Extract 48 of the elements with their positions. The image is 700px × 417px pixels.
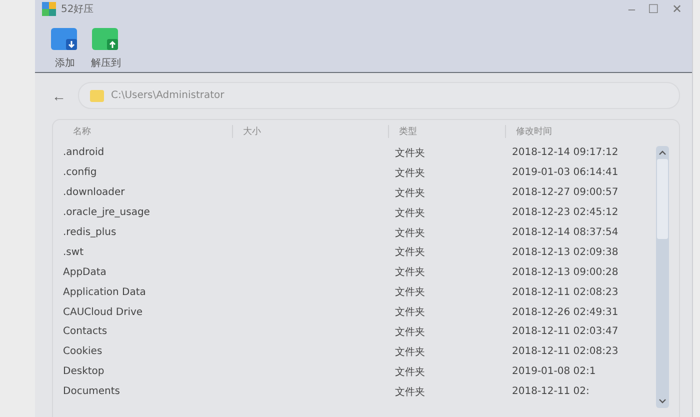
modified-time: 2019-01-08 02:1 [511, 366, 597, 378]
toolbar-button[interactable]: 解压到 [91, 26, 121, 70]
window-title: 52好压 [61, 3, 94, 16]
modified-time: 2018-12-27 09:00:57 [511, 187, 620, 198]
file-name[interactable]: .downloader [63, 187, 233, 198]
file-name[interactable]: .config [63, 167, 233, 178]
file-type: 文件夹 [394, 326, 426, 339]
file-name[interactable]: Application Data [63, 286, 233, 298]
file-type: 文件夹 [394, 366, 426, 379]
scroll-up-icon[interactable] [659, 150, 666, 155]
file-type: 文件夹 [394, 226, 426, 240]
file-name[interactable]: .swt [63, 246, 233, 258]
file-name[interactable]: Cookies [63, 346, 233, 358]
modified-time: 2018-12-11 02:08:23 [511, 286, 620, 298]
modified-time: 2018-12-11 02:03:47 [511, 326, 620, 338]
file-type: 文件夹 [394, 186, 426, 200]
file-type: 文件夹 [394, 266, 426, 280]
file-type: 文件夹 [394, 386, 426, 399]
modified-time: 2019-01-03 06:14:41 [511, 167, 620, 178]
file-type: 文件夹 [394, 146, 426, 160]
modified-time: 2018-12-13 09:00:28 [511, 266, 620, 278]
file-name[interactable]: .redis_plus [63, 227, 233, 238]
file-type: 文件夹 [394, 306, 426, 320]
scroll-down-icon[interactable] [659, 399, 666, 404]
file-name[interactable]: .android [63, 147, 233, 158]
modified-time: 2018-12-13 02:09:38 [511, 246, 620, 258]
file-type: 文件夹 [394, 166, 426, 180]
modified-time: 2018-12-26 02:49:31 [511, 306, 620, 318]
file-name[interactable]: .oracle_jre_usage [63, 207, 233, 218]
file-name[interactable]: CAUCloud Drive [63, 306, 233, 318]
file-name[interactable]: AppData [63, 266, 233, 278]
modified-time: 2018-12-14 08:37:54 [511, 227, 620, 238]
file-type: 文件夹 [394, 246, 426, 260]
scrollbar-thumb[interactable] [657, 159, 668, 239]
file-type: 文件夹 [394, 206, 426, 220]
file-type: 文件夹 [394, 286, 426, 300]
folder-icon [90, 90, 104, 102]
file-name[interactable]: Contacts [63, 326, 233, 338]
modified-time: 2018-12-23 02:45:12 [511, 207, 620, 218]
file-name[interactable]: Documents [63, 386, 233, 398]
file-name[interactable]: Desktop [63, 366, 233, 378]
toolbar-button[interactable]: 添加 [51, 26, 79, 70]
app-logo-icon [42, 2, 56, 16]
modified-time: 2018-12-11 02:08:23 [511, 346, 620, 358]
modified-time: 2018-12-14 09:17:12 [511, 147, 620, 158]
back-button[interactable]: ← [52, 88, 66, 104]
file-type: 文件夹 [394, 346, 426, 359]
modified-time: 2018-12-11 02: [511, 386, 590, 398]
